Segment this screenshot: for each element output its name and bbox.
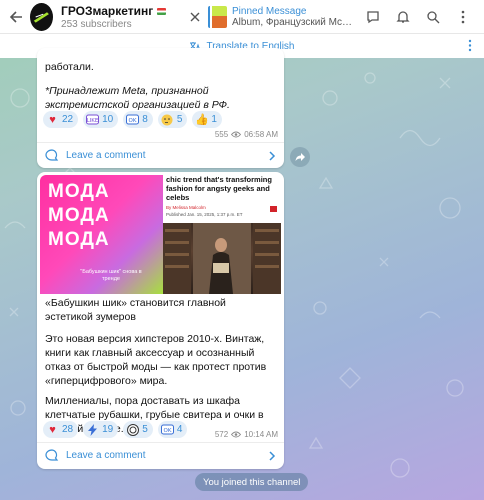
- channel-title: ГРОЗмаркетинг: [61, 4, 175, 18]
- reaction-like-badge[interactable]: LIKE 10: [83, 111, 119, 128]
- pinned-label: Pinned Message: [232, 5, 307, 17]
- reaction-heart[interactable]: ♥ 28: [43, 421, 79, 438]
- service-message: You joined this channel: [195, 473, 309, 491]
- channel-logo-icon: [34, 11, 50, 23]
- flag-icon: [156, 7, 166, 15]
- post-meta: 572 10:14 AM: [215, 430, 278, 439]
- seal-badge-icon: [126, 423, 139, 436]
- pinned-message[interactable]: Pinned Message Album, Французский McDona…: [232, 6, 358, 28]
- svg-text:OK: OK: [163, 428, 171, 434]
- chevron-right-icon: [269, 150, 276, 161]
- svg-text:LIKE: LIKE: [87, 118, 99, 124]
- ok-badge-icon: OK: [126, 113, 140, 126]
- like-badge-icon: LIKE: [86, 113, 100, 126]
- share-arrow-icon: [295, 152, 305, 161]
- post-image[interactable]: МОДА МОДА МОДА "Бабушкин шик" снова в тр…: [40, 175, 281, 294]
- more-vertical-icon: [461, 10, 465, 23]
- article-byline: By Melissa Malcolm: [166, 205, 206, 210]
- article-title: chic trend that's transforming fashion f…: [166, 175, 272, 202]
- reaction-seal-badge[interactable]: 5: [123, 421, 153, 438]
- post-meta: 555 06:58 AM: [215, 130, 278, 139]
- pinned-thumbnail[interactable]: [208, 5, 227, 28]
- article-date: Published Jan. 15, 2025, 1:37 p.m. ET: [166, 212, 243, 217]
- search-button[interactable]: [418, 0, 448, 33]
- post-paragraph: Это новая версия хипстеров 2010-х. Винта…: [45, 333, 267, 387]
- more-menu-button[interactable]: [448, 0, 478, 33]
- svg-text:OK: OK: [129, 118, 137, 124]
- ok-badge-icon: OK: [160, 423, 174, 436]
- thumbs-up-icon: 👍: [195, 114, 209, 126]
- lightning-icon: [86, 423, 99, 436]
- close-icon: [190, 12, 200, 21]
- leave-comment-button[interactable]: Leave a comment: [37, 442, 284, 468]
- discussion-button[interactable]: [358, 0, 388, 33]
- back-arrow-icon: [10, 10, 23, 23]
- comment-label: Leave a comment: [66, 450, 146, 461]
- post-footnote: *Принадлежит Meta, признанной экстремист…: [45, 85, 230, 111]
- image-word: МОДА: [48, 181, 110, 202]
- article-photo: [163, 223, 281, 294]
- channel-info[interactable]: ГРОЗмаркетинг 253 subscribers: [61, 4, 175, 30]
- eye-icon: [231, 131, 242, 138]
- reaction-heart[interactable]: ♥ 22: [43, 111, 79, 128]
- translate-options-button[interactable]: [468, 39, 472, 57]
- comment-icon: [45, 449, 59, 461]
- bookmark-icon: [270, 206, 277, 212]
- reactions-bar: ♥ 28 19 5 OK 4: [37, 421, 193, 438]
- close-pinned-button[interactable]: [187, 0, 205, 33]
- image-word: МОДА: [48, 205, 110, 226]
- channel-post[interactable]: работали. *Принадлежит Meta, признанной …: [37, 48, 284, 168]
- chat-header: ГРОЗмаркетинг 253 subscribers Pinned Mes…: [0, 0, 484, 33]
- post-time: 10:14 AM: [244, 430, 278, 439]
- comment-label: Leave a comment: [66, 150, 146, 161]
- search-icon: [427, 10, 440, 23]
- post-title: «Бабушкин шик» становится главной эстети…: [45, 297, 226, 323]
- channel-post[interactable]: МОДА МОДА МОДА "Бабушкин шик" снова в тр…: [37, 172, 284, 469]
- reaction-thumbs-up[interactable]: 👍 1: [192, 111, 222, 128]
- reaction-ok-badge[interactable]: OK 8: [123, 111, 153, 128]
- more-vertical-icon: [468, 39, 472, 52]
- image-caption: "Бабушкин шик" снова в тренде: [80, 269, 142, 282]
- forward-button[interactable]: [290, 147, 310, 167]
- article-screenshot: chic trend that's transforming fashion f…: [163, 175, 281, 294]
- view-count: 555: [214, 130, 229, 139]
- post-text: работали.: [45, 61, 94, 73]
- reaction-thinking[interactable]: 5: [157, 111, 188, 128]
- heart-icon: ♥: [49, 423, 56, 436]
- thinking-face-icon: [161, 113, 174, 126]
- reaction-lightning[interactable]: 19: [83, 421, 119, 438]
- leave-comment-button[interactable]: Leave a comment: [37, 142, 284, 168]
- comment-icon: [45, 149, 59, 161]
- reaction-ok-badge[interactable]: OK 4: [157, 421, 188, 438]
- pinned-preview: Album, Французский McDona...: [232, 16, 358, 28]
- mute-button[interactable]: [388, 0, 418, 33]
- channel-avatar[interactable]: [30, 2, 54, 31]
- moda-cover-image: МОДА МОДА МОДА "Бабушкин шик" снова в тр…: [40, 175, 163, 294]
- back-button[interactable]: [4, 0, 28, 33]
- heart-icon: ♥: [49, 113, 56, 126]
- bell-icon: [396, 10, 410, 23]
- image-word: МОДА: [48, 229, 110, 250]
- post-time: 06:58 AM: [244, 130, 278, 139]
- eye-icon: [231, 431, 242, 438]
- reactions-bar: ♥ 22 LIKE 10 OK 8 5 👍 1: [37, 111, 228, 128]
- view-count: 572: [214, 430, 229, 439]
- chat-bubble-icon: [367, 10, 379, 23]
- chevron-right-icon: [269, 450, 276, 461]
- subscriber-count: 253 subscribers: [61, 18, 132, 30]
